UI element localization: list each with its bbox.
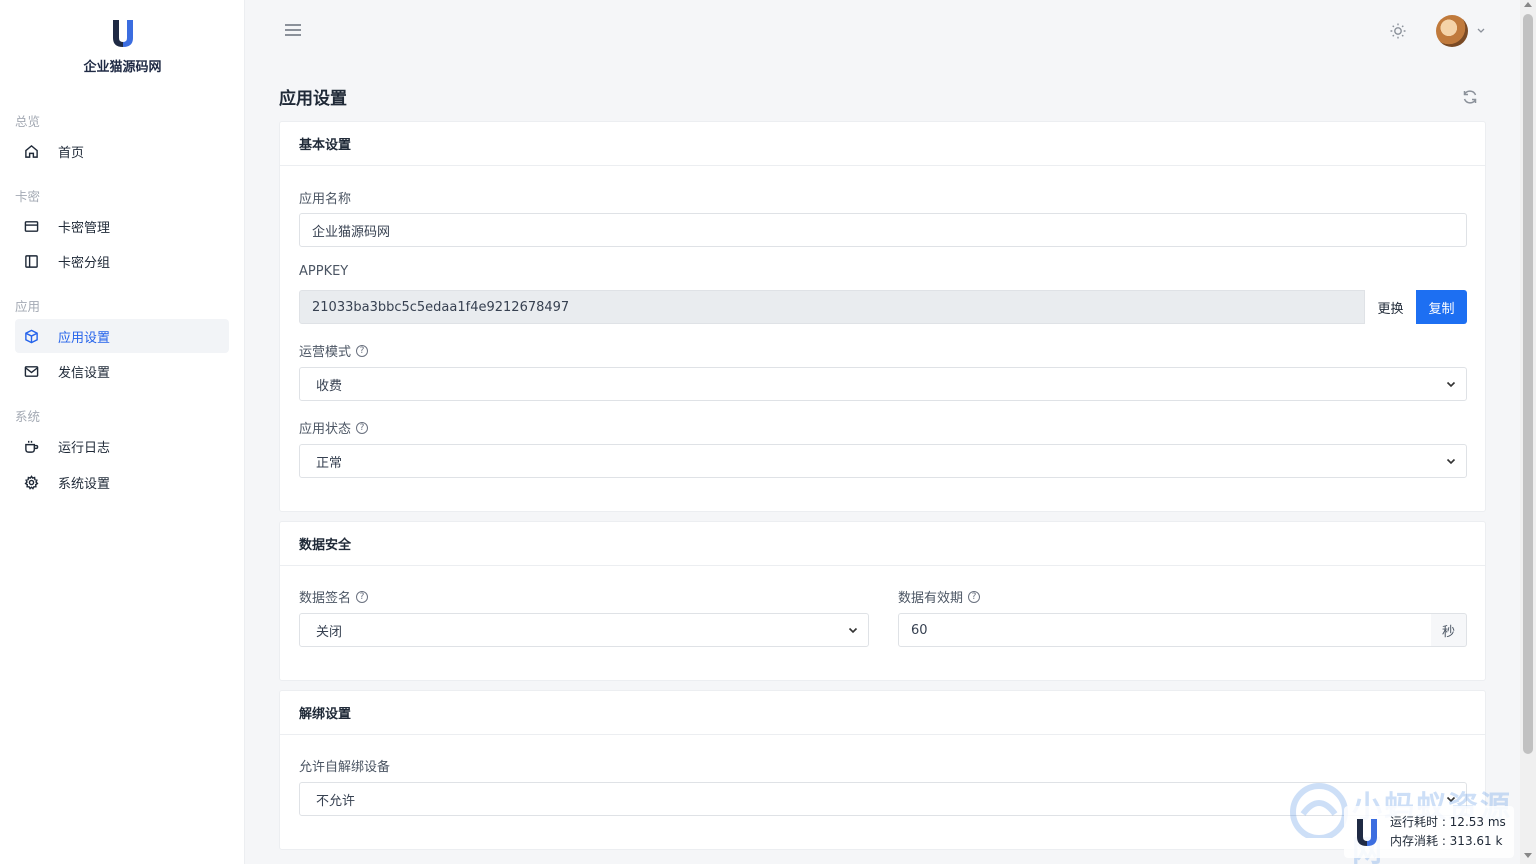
chevron-down-icon	[1446, 458, 1456, 464]
help-icon[interactable]: ?	[356, 421, 369, 434]
sign-select[interactable]: 关闭	[299, 613, 869, 647]
nav-section-overview: 总览	[15, 114, 41, 129]
panel-icon	[23, 253, 39, 269]
sidebar-item-label: 运行日志	[58, 440, 111, 456]
sidebar-item-label: 应用设置	[58, 330, 111, 346]
label-text: 运营模式	[299, 345, 352, 360]
gear-icon	[23, 474, 39, 490]
mail-icon	[23, 363, 39, 379]
sidebar-item-run-logs[interactable]: 运行日志	[15, 429, 229, 463]
logo-icon	[1357, 819, 1377, 846]
scroll-thumb[interactable]	[1523, 14, 1533, 754]
scroll-down-icon[interactable]	[1524, 853, 1532, 858]
app-name-label: 应用名称	[299, 188, 351, 207]
status-select[interactable]: 正常	[299, 444, 1467, 478]
sidebar-item-app-settings[interactable]: 应用设置	[15, 319, 229, 353]
nav-section-system: 系统	[15, 409, 41, 424]
chevron-down-icon	[1446, 796, 1456, 802]
sidebar-item-mail-settings[interactable]: 发信设置	[15, 354, 229, 388]
coffee-icon	[23, 438, 39, 454]
brand-logo[interactable]: 企业猫源码网	[0, 18, 245, 75]
mode-select[interactable]: 收费	[299, 367, 1467, 401]
help-icon[interactable]: ?	[356, 344, 369, 357]
cube-icon	[23, 328, 39, 344]
appkey-label: APPKEY	[299, 264, 348, 279]
nav-section-apps: 应用	[15, 299, 41, 314]
allow-unbind-select[interactable]: 不允许	[299, 782, 1467, 816]
help-icon[interactable]: ?	[968, 590, 981, 603]
sidebar: 企业猫源码网 总览 首页 卡密 卡密管理 卡密分组 应用 应用设置 发信设置 系…	[0, 0, 245, 864]
validity-unit: 秒	[1431, 613, 1467, 647]
card-icon	[23, 218, 39, 234]
app-name-input[interactable]: 企业猫源码网	[299, 213, 1467, 247]
allow-unbind-label: 允许自解绑设备	[299, 756, 390, 775]
copy-appkey-button[interactable]: 复制	[1416, 290, 1467, 324]
card-title: 基本设置	[280, 122, 1485, 166]
label-text: 数据签名	[299, 591, 352, 606]
validity-label: 数据有效期?	[898, 587, 981, 606]
data-security-card: 数据安全 数据签名? 关闭 数据有效期? 60 秒	[279, 521, 1486, 681]
label-text: 应用名称	[299, 192, 352, 207]
sidebar-item-label: 卡密管理	[58, 220, 111, 236]
validity-input[interactable]: 60	[898, 613, 1432, 647]
chevron-down-icon	[1446, 381, 1456, 387]
select-value: 关闭	[316, 624, 343, 640]
mode-label: 运营模式?	[299, 341, 369, 360]
basic-settings-card: 基本设置 应用名称 企业猫源码网 APPKEY 21033ba3bbc5c5ed…	[279, 121, 1486, 512]
home-icon	[23, 143, 39, 159]
sidebar-item-label: 卡密分组	[58, 255, 111, 271]
nav-section-cards: 卡密	[15, 189, 41, 204]
refresh-icon[interactable]	[1461, 88, 1479, 106]
label-text: APPKEY	[299, 264, 349, 279]
logo-icon	[112, 20, 133, 47]
select-value: 正常	[316, 455, 343, 471]
card-title: 解绑设置	[280, 691, 1485, 735]
select-value: 收费	[316, 378, 343, 394]
sidebar-item-system-settings[interactable]: 系统设置	[15, 465, 229, 499]
card-title: 数据安全	[280, 522, 1485, 566]
sidebar-item-card-groups[interactable]: 卡密分组	[15, 244, 229, 278]
label-text: 允许自解绑设备	[299, 760, 391, 775]
sidebar-item-card-management[interactable]: 卡密管理	[15, 209, 229, 243]
sign-label: 数据签名?	[299, 587, 369, 606]
topbar	[245, 0, 1520, 64]
sidebar-item-home[interactable]: 首页	[15, 134, 229, 168]
page-title: 应用设置	[279, 89, 347, 109]
help-icon[interactable]: ?	[356, 590, 369, 603]
sidebar-item-label: 系统设置	[58, 476, 111, 492]
label-text: 应用状态	[299, 422, 352, 437]
perf-memory: 内存消耗 : 313.61 k	[1390, 834, 1503, 848]
chevron-down-icon[interactable]	[1476, 26, 1486, 34]
sun-icon[interactable]	[1389, 22, 1407, 40]
scrollbar[interactable]	[1520, 0, 1536, 864]
sidebar-item-label: 发信设置	[58, 365, 111, 381]
menu-toggle-icon[interactable]	[285, 24, 301, 40]
chevron-down-icon	[848, 627, 858, 633]
sidebar-item-label: 首页	[58, 145, 85, 161]
label-text: 数据有效期	[898, 591, 964, 606]
unbind-settings-card: 解绑设置 允许自解绑设备 不允许	[279, 690, 1486, 850]
perf-panel: 运行耗时 : 12.53 ms 内存消耗 : 313.61 k	[1344, 806, 1514, 858]
select-value: 不允许	[316, 793, 356, 809]
change-appkey-button[interactable]: 更换	[1365, 290, 1416, 324]
scroll-up-icon[interactable]	[1524, 2, 1532, 7]
perf-runtime: 运行耗时 : 12.53 ms	[1390, 815, 1506, 829]
brand-name: 企业猫源码网	[83, 60, 162, 75]
appkey-input[interactable]: 21033ba3bbc5c5edaa1f4e9212678497	[299, 290, 1365, 324]
avatar[interactable]	[1436, 15, 1468, 47]
status-label: 应用状态?	[299, 418, 369, 437]
